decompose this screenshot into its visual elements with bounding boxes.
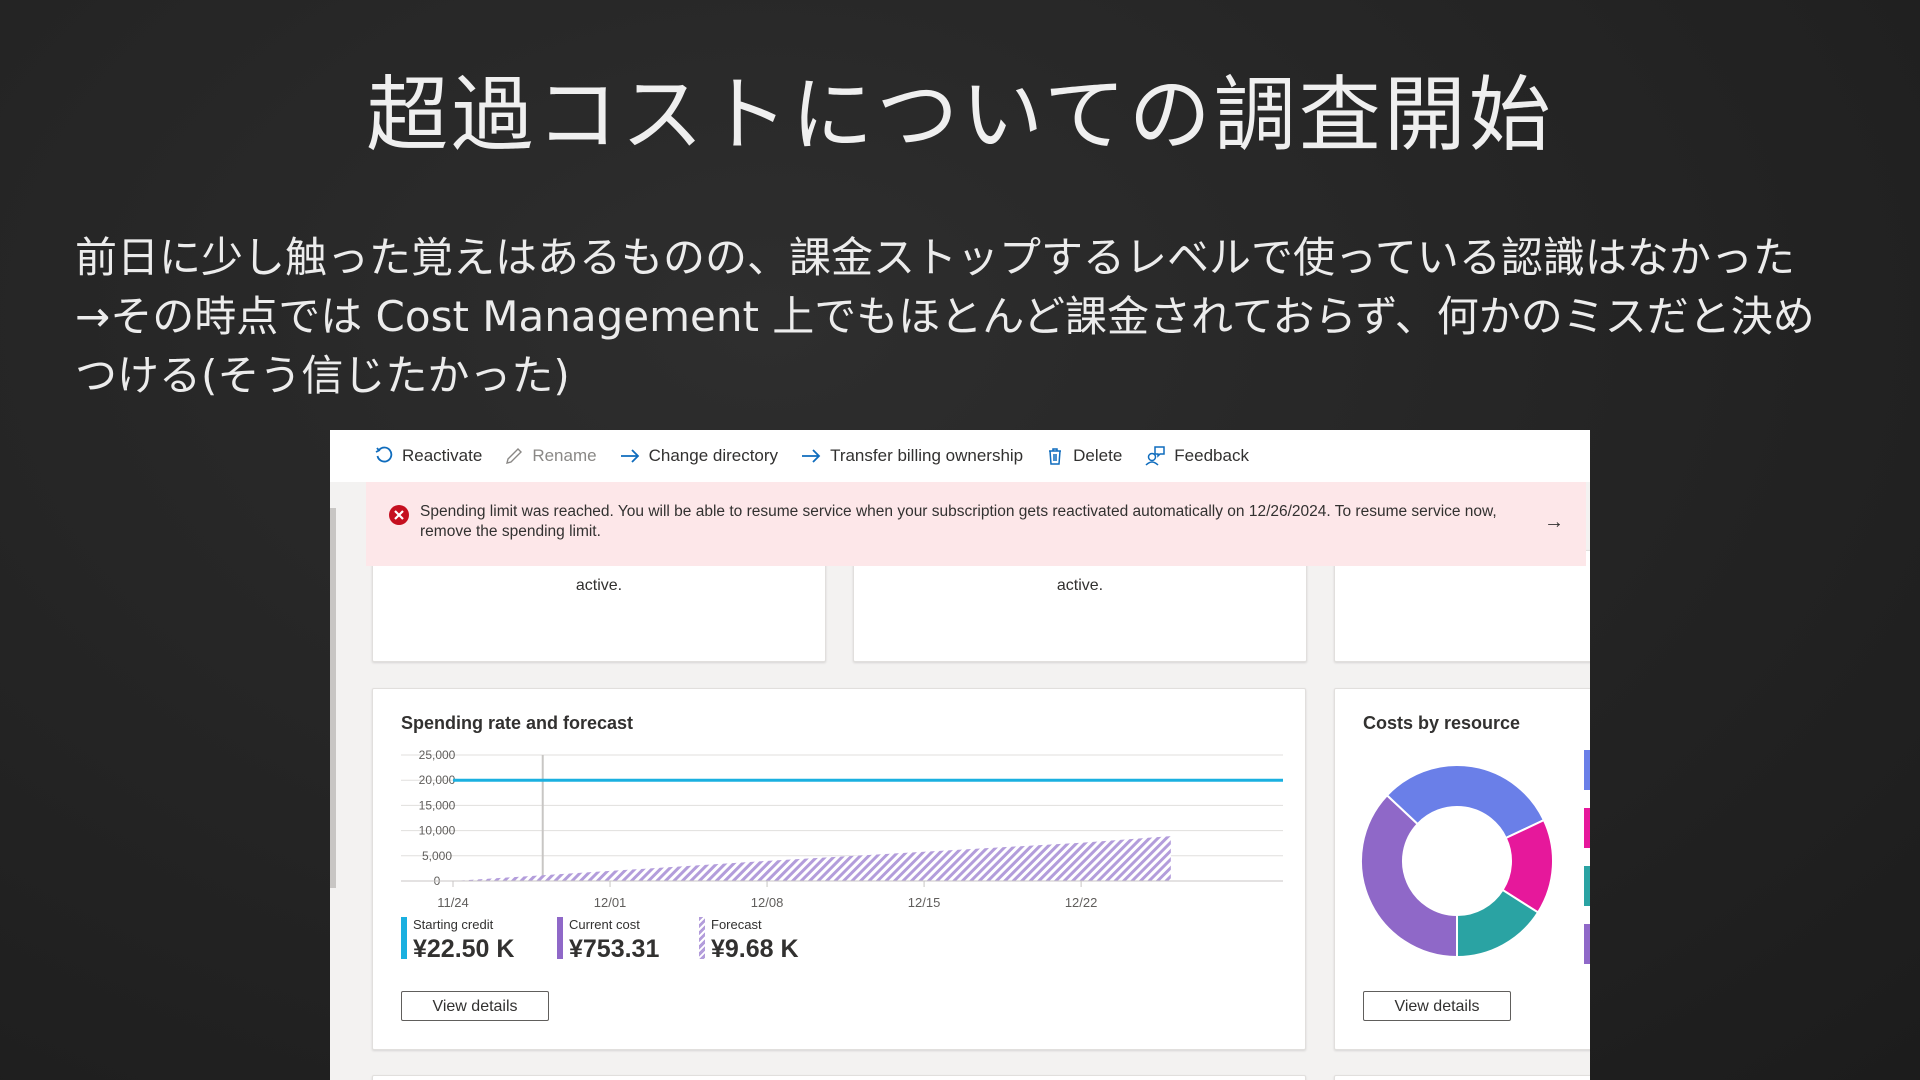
spending-limit-alert: Spending limit was reached. You will be … (366, 482, 1586, 566)
spending-rate-card: Spending rate and forecast 0 5,000 10,000 1… (372, 688, 1306, 1050)
resource-card-title: Costs by resource (1363, 713, 1521, 733)
y-tick-label: 25,000 (419, 748, 456, 762)
card-1-text: active. (575, 577, 623, 594)
azure-subscription-screenshot: Reactivate Rename Change directory Trans… (330, 430, 1590, 1080)
donut-slice[interactable] (1360, 793, 1458, 959)
refresh-icon (375, 446, 393, 463)
costs-by-resource-card: Costs by resource View details (1334, 688, 1590, 1050)
delete-button[interactable]: Delete (1045, 446, 1122, 466)
feedback-button[interactable]: Feedback (1144, 445, 1249, 467)
transfer-billing-label: Transfer billing ownership (830, 446, 1024, 465)
slide-body: 前日に少し触った覚えはあるものの、課金ストップするレベルで使っている認識はなかっ… (75, 228, 1905, 405)
spending-chart: 05,00010,00015,00020,00025,00011/24 12/01… (401, 748, 1283, 910)
x-tick-label: 12/15 (908, 895, 941, 910)
arrow-right-icon (620, 449, 639, 463)
legend-swatch-hatched (699, 917, 705, 959)
summary-card-3 (1334, 550, 1590, 662)
legend-label: Current cost (569, 917, 640, 932)
y-tick-label: 15,000 (419, 798, 456, 812)
resource-legend-swatch (1584, 924, 1590, 964)
reactivate-button[interactable]: Reactivate (374, 446, 482, 466)
lower-card (1334, 1075, 1590, 1080)
rename-button[interactable]: Rename (504, 446, 597, 466)
body-line-2: →その時点では Cost Management 上でもほとんど課金されておらず、… (75, 292, 1815, 341)
left-scrollbar[interactable] (330, 508, 336, 888)
card-2-text: active. (1056, 577, 1104, 594)
slide-title: 超過コストについての調査開始 (366, 68, 1554, 163)
legend-value: ¥22.50 K (413, 935, 515, 963)
spending-card-title: Spending rate and forecast (401, 713, 634, 733)
transfer-billing-ownership-button[interactable]: Transfer billing ownership (800, 446, 1023, 466)
reactivate-label: Reactivate (402, 446, 483, 465)
body-line-1: 前日に少し触った覚えはあるものの、課金ストップするレベルで使っている認識はなかっ… (75, 233, 1795, 282)
resource-legend-swatch (1584, 750, 1590, 790)
error-circle-icon (389, 505, 409, 525)
y-tick-label: 20,000 (419, 773, 456, 787)
legend-value: ¥753.31 (569, 935, 660, 963)
y-tick-label: 10,000 (419, 824, 456, 838)
x-tick-label: 11/24 (437, 895, 469, 910)
resource-legend-swatch (1584, 866, 1590, 906)
legend-label: Forecast (711, 917, 762, 932)
view-details-button[interactable]: View details (401, 991, 549, 1021)
forecast-area (453, 836, 1171, 881)
feedback-icon (1145, 446, 1166, 466)
delete-label: Delete (1073, 446, 1123, 465)
legend-value: ¥9.68 K (711, 935, 799, 963)
body-line-3: つける(そう信じたかった) (75, 351, 570, 400)
command-bar: Reactivate Rename Change directory Trans… (330, 430, 1590, 482)
legend-swatch (557, 917, 563, 959)
change-directory-label: Change directory (648, 446, 779, 465)
x-tick-label: 12/08 (751, 895, 784, 910)
x-tick-label: 12/22 (1065, 895, 1098, 910)
y-tick-label: 5,000 (422, 849, 452, 863)
alert-message: Spending limit was reached. You will be … (420, 503, 1497, 540)
rename-label: Rename (532, 446, 597, 465)
change-directory-button[interactable]: Change directory (619, 446, 778, 466)
legend-label: Starting credit (413, 917, 494, 932)
pencil-icon (506, 448, 523, 464)
resource-donut-chart (1360, 764, 1554, 959)
lower-card (372, 1075, 1306, 1080)
resource-legend-swatch (1584, 808, 1590, 848)
summary-card-1: active. (372, 550, 826, 662)
trash-icon (1049, 448, 1062, 465)
view-details-button[interactable]: View details (1363, 991, 1511, 1021)
legend-swatch (401, 917, 407, 959)
feedback-label: Feedback (1174, 446, 1249, 465)
x-tick-label: 12/01 (594, 895, 627, 910)
arrow-right-icon (802, 449, 821, 463)
summary-card-2: active. (853, 550, 1307, 662)
alert-arrow-icon[interactable]: → (1544, 512, 1564, 532)
